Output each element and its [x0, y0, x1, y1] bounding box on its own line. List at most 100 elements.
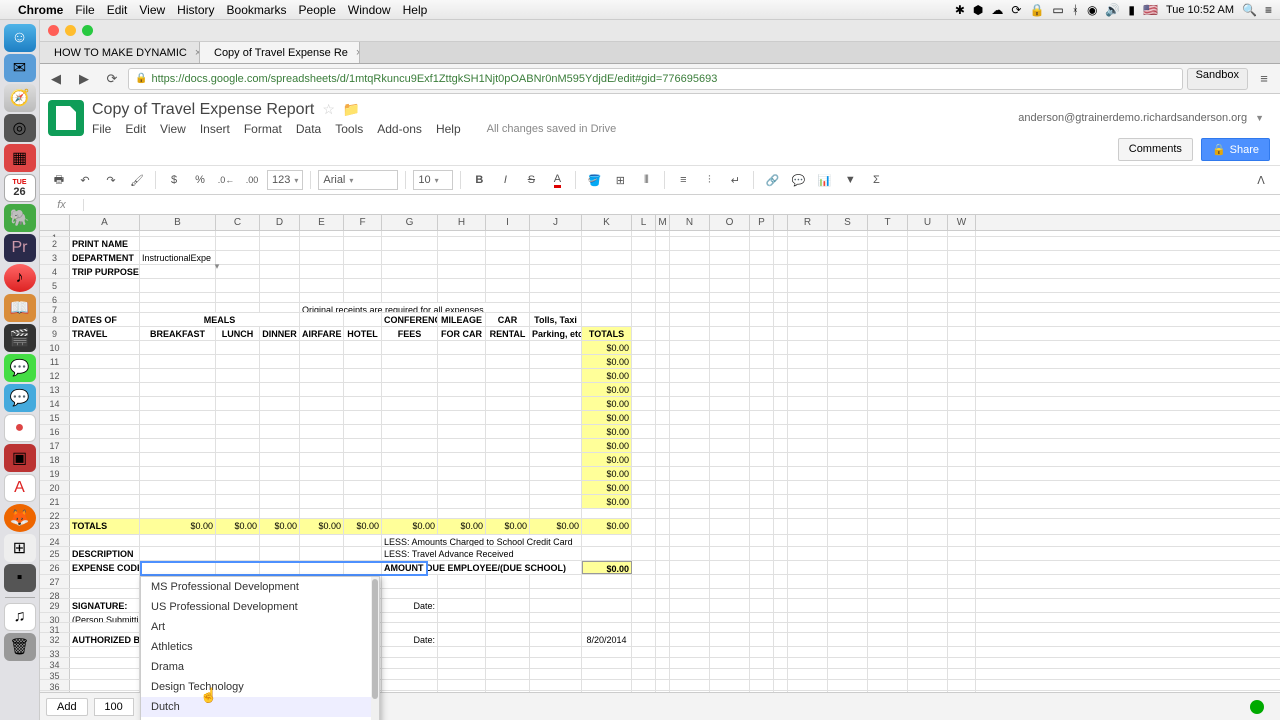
- cell[interactable]: [486, 355, 530, 368]
- cell[interactable]: [908, 279, 948, 292]
- bold-icon[interactable]: B: [468, 169, 490, 191]
- cell[interactable]: [632, 623, 656, 632]
- cell[interactable]: [260, 509, 300, 518]
- cell[interactable]: [750, 658, 774, 668]
- cell[interactable]: [948, 495, 976, 508]
- cell[interactable]: [774, 355, 788, 368]
- cell[interactable]: [260, 293, 300, 302]
- sheets-logo-icon[interactable]: [48, 100, 84, 136]
- cell[interactable]: [530, 293, 582, 302]
- cell[interactable]: [438, 369, 486, 382]
- cell[interactable]: [670, 425, 710, 438]
- spreadsheet[interactable]: ABCDEFGHIJKLMNOPRSTUW 12PRINT NAME3DEPAR…: [40, 215, 1280, 720]
- cell[interactable]: [530, 397, 582, 410]
- sheets-menu-file[interactable]: File: [92, 122, 111, 136]
- cell[interactable]: [656, 633, 670, 646]
- cell[interactable]: [656, 237, 670, 250]
- cell[interactable]: [868, 575, 908, 588]
- cell[interactable]: [70, 425, 140, 438]
- cell[interactable]: [486, 293, 530, 302]
- cloud-icon[interactable]: ☁: [991, 3, 1003, 17]
- cell[interactable]: [216, 265, 260, 278]
- column-header[interactable]: E: [300, 215, 344, 230]
- cell[interactable]: [344, 481, 382, 494]
- cell[interactable]: [670, 265, 710, 278]
- cell[interactable]: [788, 613, 828, 622]
- cell[interactable]: [582, 251, 632, 264]
- cell[interactable]: [788, 633, 828, 646]
- cell[interactable]: [260, 453, 300, 466]
- cell[interactable]: [530, 355, 582, 368]
- dock-calendar[interactable]: TUE26: [4, 174, 36, 202]
- row-header[interactable]: 13: [40, 383, 70, 396]
- cell[interactable]: [300, 495, 344, 508]
- row-header[interactable]: 10: [40, 341, 70, 354]
- cell[interactable]: [382, 397, 438, 410]
- cell[interactable]: [670, 397, 710, 410]
- link-icon[interactable]: 🔗: [761, 169, 783, 191]
- cell[interactable]: [260, 341, 300, 354]
- cell[interactable]: [216, 355, 260, 368]
- cell[interactable]: [774, 658, 788, 668]
- app-name[interactable]: Chrome: [18, 3, 63, 17]
- cell[interactable]: [948, 453, 976, 466]
- cell[interactable]: 8/20/2014: [582, 633, 632, 646]
- cell[interactable]: [216, 251, 260, 264]
- dropdown-item[interactable]: MS Professional Development: [141, 577, 379, 597]
- cell[interactable]: [656, 467, 670, 480]
- cell[interactable]: [656, 453, 670, 466]
- cell[interactable]: [948, 383, 976, 396]
- cell[interactable]: InstructionalExpe: [140, 251, 216, 264]
- cell[interactable]: [710, 669, 750, 679]
- cell[interactable]: [300, 369, 344, 382]
- row-header[interactable]: 22: [40, 509, 70, 518]
- row-header[interactable]: 28: [40, 589, 70, 598]
- cell[interactable]: [828, 327, 868, 340]
- row-header[interactable]: 24: [40, 535, 70, 546]
- cell[interactable]: [868, 669, 908, 679]
- cell[interactable]: [438, 383, 486, 396]
- column-header[interactable]: O: [710, 215, 750, 230]
- cell[interactable]: [632, 327, 656, 340]
- cell[interactable]: [438, 425, 486, 438]
- functions-icon[interactable]: Σ: [865, 169, 887, 191]
- cell[interactable]: [750, 369, 774, 382]
- cell[interactable]: [216, 293, 260, 302]
- cell[interactable]: [632, 575, 656, 588]
- cell[interactable]: [948, 303, 976, 312]
- cell[interactable]: [868, 561, 908, 574]
- cell[interactable]: [774, 589, 788, 598]
- cell[interactable]: [710, 453, 750, 466]
- cell[interactable]: [300, 439, 344, 452]
- cell[interactable]: [750, 509, 774, 518]
- cell[interactable]: HOTEL: [344, 327, 382, 340]
- cell[interactable]: [300, 383, 344, 396]
- cell[interactable]: CONFERENCE: [382, 313, 438, 326]
- cell[interactable]: [908, 355, 948, 368]
- cell[interactable]: [140, 265, 216, 278]
- cell[interactable]: Parking, etc.: [530, 327, 582, 340]
- cell[interactable]: [260, 397, 300, 410]
- cell[interactable]: [670, 669, 710, 679]
- column-header[interactable]: R: [788, 215, 828, 230]
- cell[interactable]: [438, 599, 486, 612]
- cell[interactable]: [788, 509, 828, 518]
- cell[interactable]: [140, 547, 216, 560]
- cell[interactable]: [948, 265, 976, 278]
- cell[interactable]: [260, 495, 300, 508]
- cell[interactable]: [632, 453, 656, 466]
- cell[interactable]: [774, 623, 788, 632]
- cell[interactable]: [656, 341, 670, 354]
- cell[interactable]: [828, 589, 868, 598]
- cell[interactable]: [438, 658, 486, 668]
- cell[interactable]: [260, 439, 300, 452]
- notifications-icon[interactable]: ≡: [1265, 3, 1272, 17]
- cell[interactable]: [216, 495, 260, 508]
- cell[interactable]: [632, 599, 656, 612]
- cell[interactable]: [828, 411, 868, 424]
- cell[interactable]: [868, 647, 908, 657]
- cell[interactable]: [140, 383, 216, 396]
- cell[interactable]: [670, 613, 710, 622]
- cell[interactable]: [670, 599, 710, 612]
- cell[interactable]: PRINT NAME: [70, 237, 140, 250]
